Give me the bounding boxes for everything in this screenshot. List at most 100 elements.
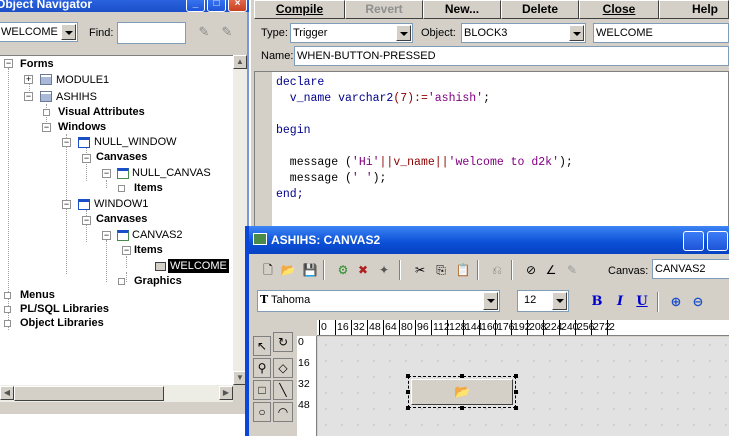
tree-node-graphics[interactable]: Graphics — [134, 274, 182, 288]
undo-icon[interactable]: ⎌ — [489, 262, 505, 278]
scroll-up-arrow-icon[interactable]: ▲ — [233, 55, 247, 69]
compile-button[interactable]: Compile — [254, 0, 345, 19]
close-button[interactable]: × — [228, 0, 247, 12]
zoom-in-icon[interactable]: ⊕ — [667, 293, 685, 311]
resize-handle[interactable] — [514, 406, 518, 410]
line-color-icon[interactable]: ∠ — [543, 262, 559, 278]
tree-node-forms[interactable]: Forms — [20, 57, 54, 71]
tree-node-canvases[interactable]: Canvases — [96, 212, 147, 226]
navigator-horizontal-scrollbar[interactable]: ◀ ▶ — [0, 385, 233, 402]
find-input[interactable] — [117, 22, 186, 44]
new-file-icon[interactable]: 🗋 — [260, 262, 276, 278]
resize-handle[interactable] — [460, 406, 464, 410]
resize-handle[interactable] — [460, 374, 464, 378]
chevron-down-icon[interactable] — [483, 292, 498, 310]
item-select[interactable]: WELCOME — [593, 23, 729, 43]
minimize-button[interactable]: _ — [186, 0, 205, 12]
tree-node-canvas2[interactable]: CANVAS2 — [132, 228, 183, 242]
line-icon[interactable]: ╲ — [273, 380, 293, 400]
delete-button[interactable]: Delete — [501, 0, 579, 19]
collapse-icon[interactable]: − — [62, 200, 71, 209]
tree-node-windows[interactable]: Windows — [58, 120, 106, 134]
font-size-select[interactable]: 12 — [517, 290, 569, 312]
tree-node-object-libraries[interactable]: Object Libraries — [20, 316, 104, 330]
close-editor-button[interactable]: Close — [579, 0, 659, 19]
layout-editor-title-bar[interactable]: ASHIHS: CANVAS2 — [249, 226, 729, 254]
chevron-down-icon[interactable] — [396, 25, 411, 41]
collapse-icon[interactable]: − — [102, 231, 111, 240]
open-folder-icon[interactable]: 📂 — [280, 262, 296, 278]
copy-icon[interactable]: ⎘ — [433, 262, 449, 278]
paste-icon[interactable]: 📋 — [455, 262, 471, 278]
tree-node-plsql-libraries[interactable]: PL/SQL Libraries — [20, 302, 109, 316]
help-button[interactable]: Help — [659, 0, 729, 19]
tree-node-ashihs[interactable]: ASHIHS — [56, 90, 97, 104]
maximize-button[interactable]: □ — [207, 0, 226, 12]
tree-node-module1[interactable]: MODULE1 — [56, 73, 109, 87]
underline-button[interactable]: U — [633, 293, 651, 311]
trigger-name-field[interactable]: WHEN-BUTTON-PRESSED — [294, 46, 729, 66]
resize-handle[interactable] — [406, 390, 410, 394]
maximize-button[interactable] — [707, 231, 728, 251]
expand-icon[interactable]: + — [24, 75, 33, 84]
revert-button[interactable]: Revert — [345, 0, 423, 19]
resize-handle[interactable] — [406, 406, 410, 410]
cut-icon[interactable]: ✂ — [412, 262, 428, 278]
italic-button[interactable]: I — [611, 293, 629, 311]
select-arrow-icon[interactable]: ↖ — [253, 336, 271, 356]
reshape-icon[interactable]: ◇ — [273, 358, 293, 378]
scroll-thumb[interactable] — [14, 386, 164, 401]
navigator-title-bar[interactable]: Object Navigator _ □ × — [0, 0, 249, 12]
tree-node-welcome[interactable]: WELCOME — [168, 259, 229, 273]
expand-all-icon[interactable]: ✎ — [195, 24, 213, 42]
collapse-icon[interactable]: − — [82, 154, 91, 163]
collapse-all-icon[interactable]: ✎ — [218, 24, 236, 42]
wizard-icon[interactable]: ✦ — [376, 262, 392, 278]
object-select[interactable]: BLOCK3 — [461, 23, 586, 43]
resize-handle[interactable] — [406, 374, 410, 378]
chevron-down-icon[interactable] — [569, 25, 584, 41]
rectangle-icon[interactable]: □ — [253, 380, 271, 400]
collapse-icon[interactable]: − — [24, 92, 33, 101]
tree-node-visual-attributes[interactable]: Visual Attributes — [58, 105, 145, 119]
tree-node-null-window[interactable]: NULL_WINDOW — [94, 135, 177, 149]
chevron-down-icon[interactable] — [552, 292, 567, 310]
canvas-select[interactable]: CANVAS2 — [652, 259, 729, 279]
save-icon[interactable]: 💾 — [302, 262, 318, 278]
debug-icon[interactable]: ✖ — [355, 262, 371, 278]
collapse-icon[interactable]: − — [42, 123, 51, 132]
module-combo[interactable]: WELCOME — [0, 22, 78, 42]
tree-node-canvases[interactable]: Canvases — [96, 150, 147, 164]
ellipse-icon[interactable]: ○ — [253, 402, 271, 422]
fill-color-icon[interactable]: ⊘ — [523, 262, 539, 278]
rotate-icon[interactable]: ↻ — [273, 332, 293, 352]
minimize-button[interactable] — [683, 231, 704, 251]
canvas-layout-area[interactable]: 📂 — [318, 337, 729, 436]
magnify-icon[interactable]: ⚲ — [253, 358, 271, 378]
scroll-left-arrow-icon[interactable]: ◀ — [0, 386, 14, 400]
collapse-icon[interactable]: − — [62, 138, 71, 147]
collapse-icon[interactable]: − — [102, 169, 111, 178]
zoom-out-icon[interactable]: ⊖ — [689, 293, 707, 311]
collapse-icon[interactable]: − — [122, 246, 131, 255]
tree-node-items[interactable]: Items — [134, 243, 163, 257]
chevron-down-icon[interactable] — [61, 24, 76, 40]
font-name-select[interactable]: T Tahoma — [257, 290, 500, 312]
tree-node-null-canvas[interactable]: NULL_CANVAS — [132, 166, 211, 180]
collapse-icon[interactable]: − — [4, 59, 13, 68]
scroll-right-arrow-icon[interactable]: ▶ — [219, 386, 233, 400]
tree-node-window1[interactable]: WINDOW1 — [94, 197, 148, 211]
type-select[interactable]: Trigger — [290, 23, 413, 43]
run-form-icon[interactable]: ⚙ — [335, 262, 351, 278]
text-color-icon[interactable]: ✎ — [564, 262, 580, 278]
bold-button[interactable]: B — [588, 293, 606, 311]
tree-node-menus[interactable]: Menus — [20, 288, 55, 302]
collapse-icon[interactable]: − — [82, 216, 91, 225]
tree-node-items[interactable]: Items — [134, 181, 163, 195]
resize-handle[interactable] — [514, 390, 518, 394]
arc-icon[interactable]: ◠ — [273, 402, 293, 422]
welcome-button-item[interactable]: 📂 — [411, 379, 513, 405]
code-editor[interactable]: declare v_name varchar2(7):='ashish'; be… — [254, 71, 729, 236]
new-button[interactable]: New... — [423, 0, 501, 19]
resize-handle[interactable] — [514, 374, 518, 378]
